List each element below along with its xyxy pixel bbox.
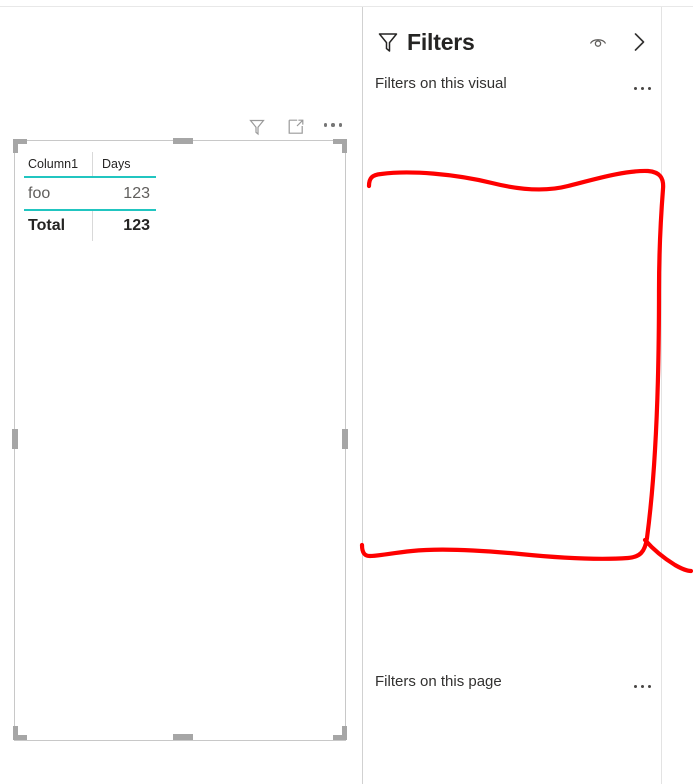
resize-handle-top-right[interactable] (342, 139, 347, 153)
more-options-icon[interactable] (634, 674, 651, 689)
resize-handle-bottom[interactable] (173, 734, 193, 740)
section-filters-on-this-page: Filters on this page (375, 673, 651, 690)
filters-pane-header: Filters (375, 24, 650, 60)
more-options-icon[interactable] (634, 76, 651, 91)
chevron-right-icon[interactable] (631, 31, 648, 53)
cell-column1: foo (24, 177, 93, 211)
resize-handle-bottom-right[interactable] (342, 726, 347, 740)
table-header-row: Column1 Days (24, 152, 156, 178)
section-label: Filters on this page (375, 673, 502, 690)
total-value: 123 (92, 210, 156, 241)
section-filters-on-this-visual: Filters on this visual (375, 75, 651, 92)
resize-handle-top-left[interactable] (13, 139, 18, 153)
table-total-row: Total 123 (24, 210, 156, 241)
column-header-column1[interactable]: Column1 (24, 152, 93, 178)
report-canvas: Column1 Days foo 123 Total 123 (0, 7, 362, 784)
pane-header-actions (587, 31, 650, 53)
more-options-icon[interactable] (323, 123, 342, 131)
filters-pane: Filters Filters on this visual Column1 i… (362, 7, 661, 784)
focus-mode-icon[interactable] (285, 116, 307, 138)
funnel-icon (375, 29, 401, 55)
table-row[interactable]: foo 123 (24, 177, 156, 211)
page-title: Filters (407, 28, 475, 55)
section-label: Filters on this visual (375, 75, 507, 92)
pane-gutter (661, 7, 693, 784)
resize-handle-left[interactable] (12, 429, 18, 449)
total-label: Total (24, 210, 93, 241)
data-table: Column1 Days foo 123 Total 123 (24, 152, 156, 241)
visual-toolbar (222, 112, 342, 142)
column-header-days[interactable]: Days (92, 152, 156, 178)
resize-handle-top[interactable] (173, 138, 193, 144)
cell-days: 123 (92, 177, 156, 211)
funnel-icon[interactable] (246, 116, 268, 138)
eye-hide-icon[interactable] (587, 33, 609, 51)
resize-handle-right[interactable] (342, 429, 348, 449)
resize-handle-bottom-left[interactable] (13, 726, 18, 740)
